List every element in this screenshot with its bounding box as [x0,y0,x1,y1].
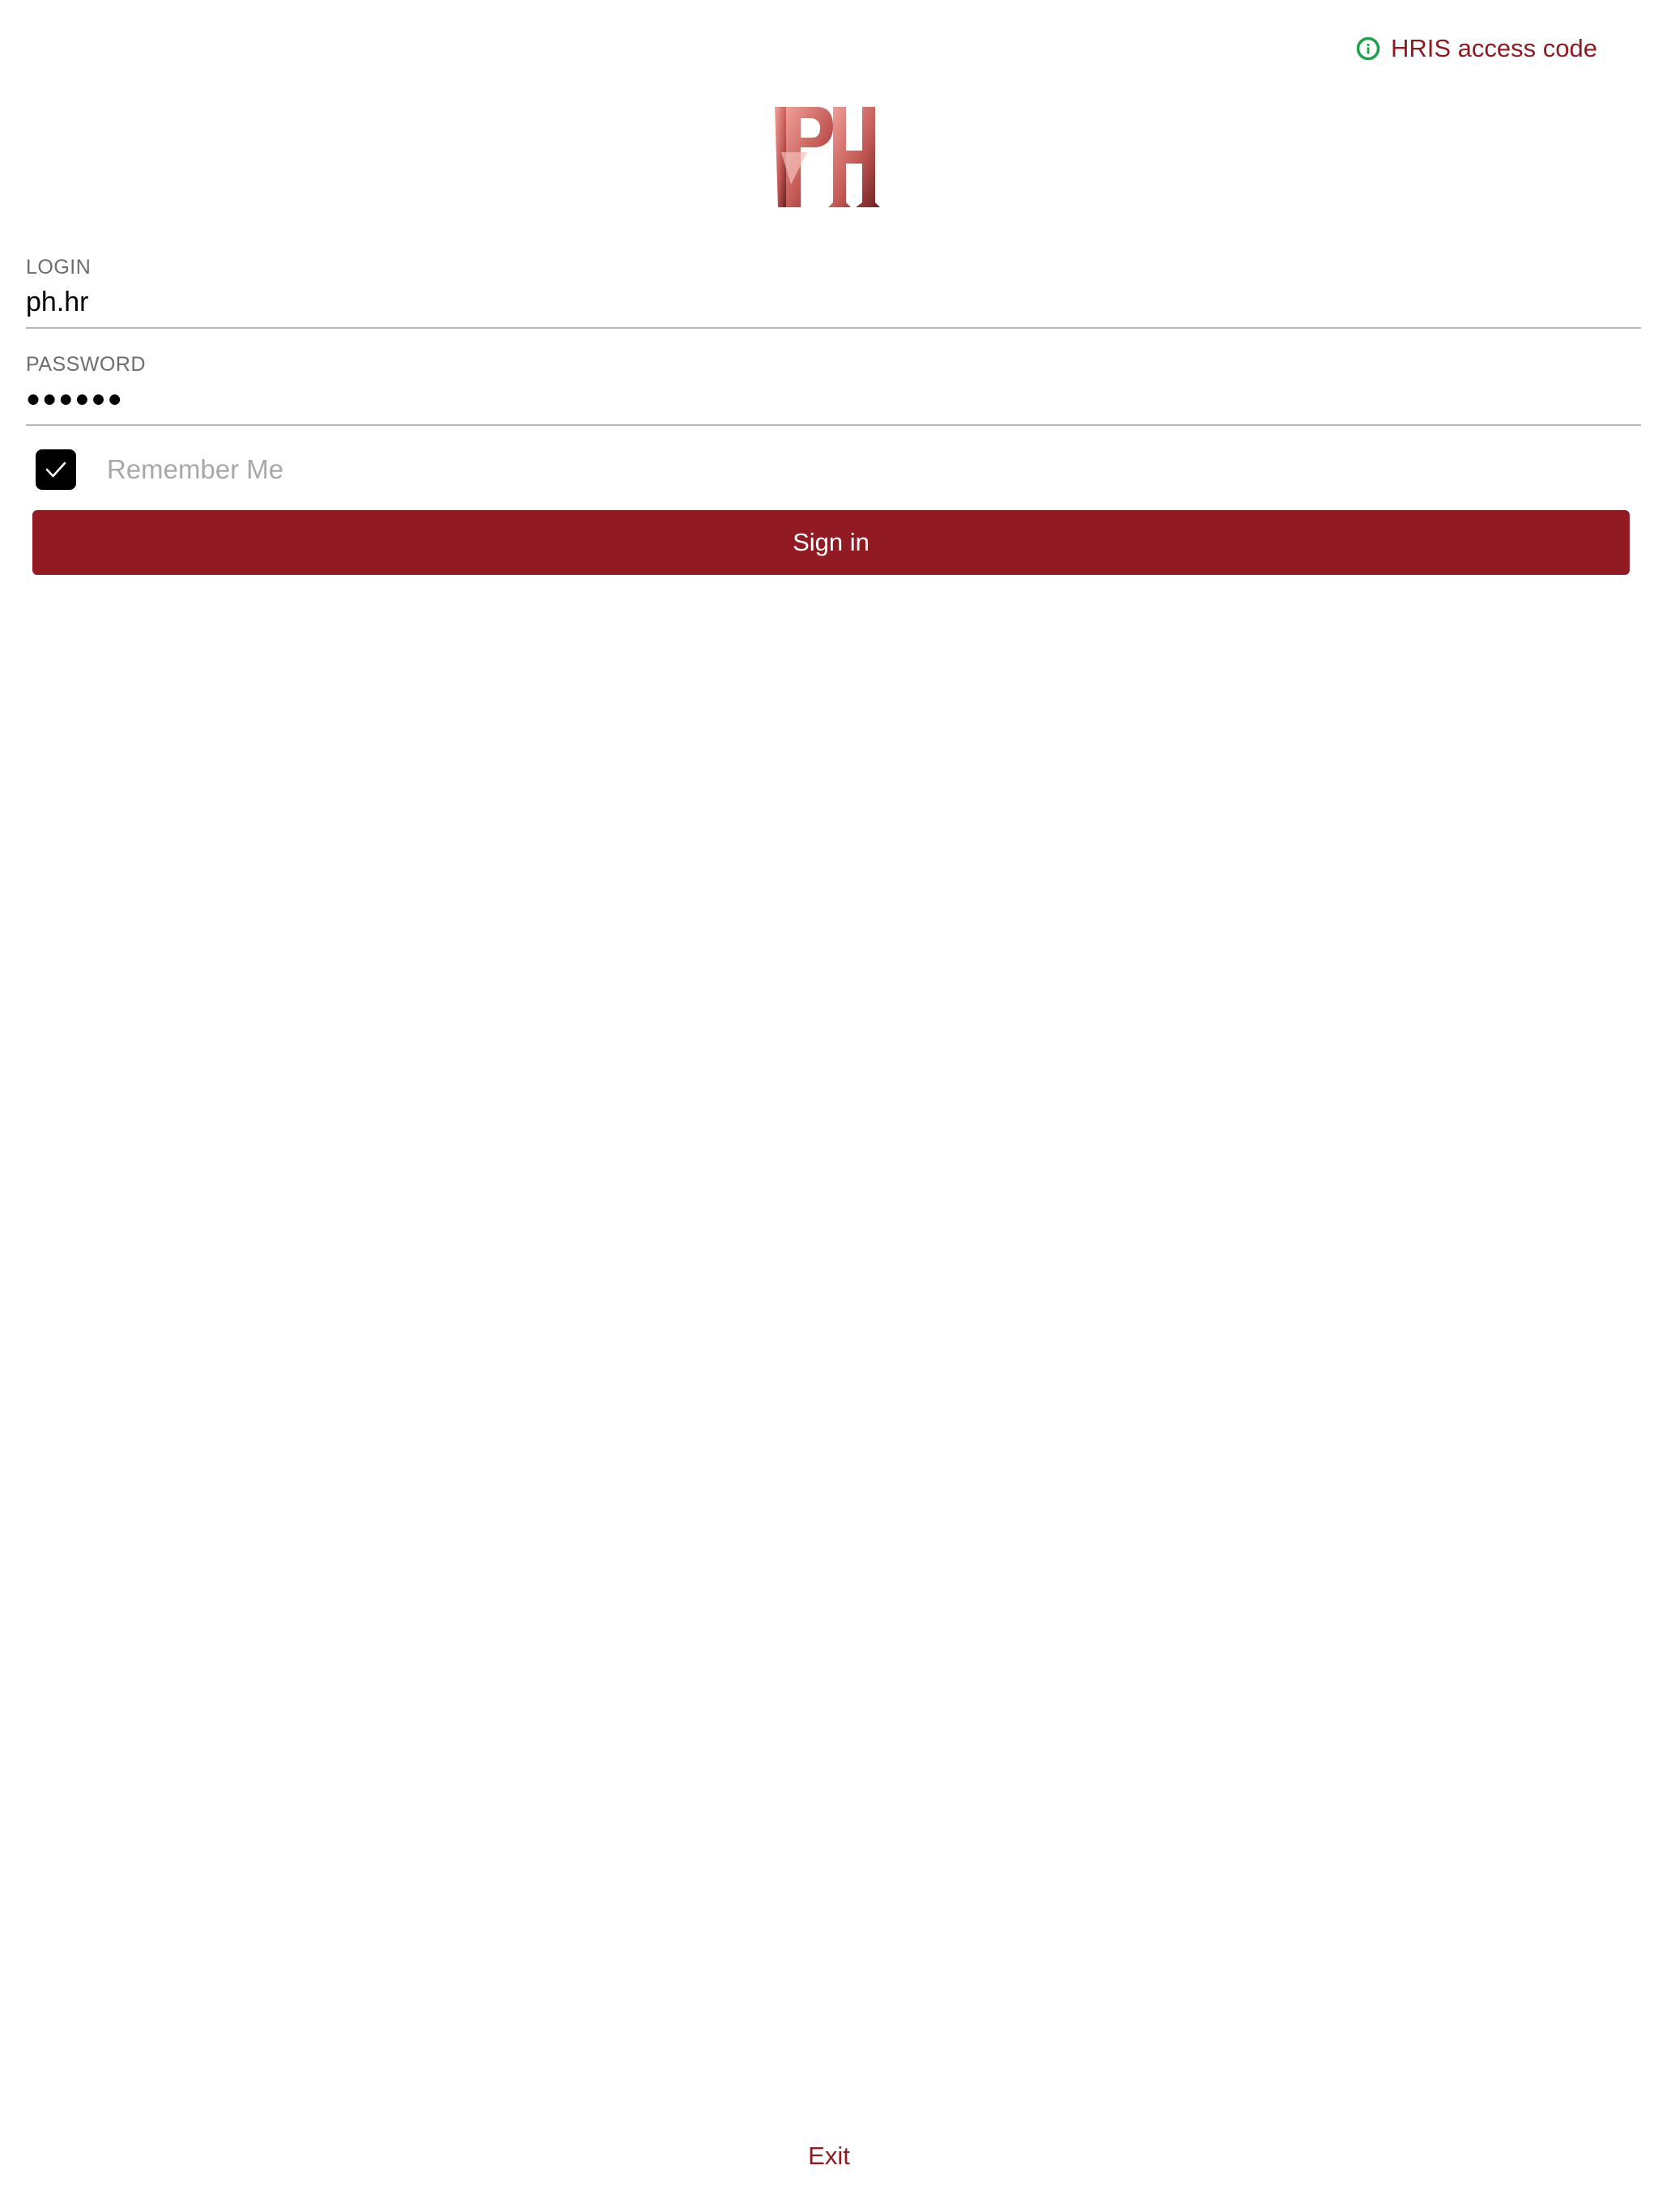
hris-access-code-link[interactable]: HRIS access code [1355,34,1597,63]
sign-in-button[interactable]: Sign in [32,510,1630,575]
login-input[interactable]: ph.hr [26,284,1641,320]
login-label: LOGIN [26,256,91,279]
login-field[interactable]: LOGIN ph.hr [26,256,1641,329]
remember-me-row[interactable]: Remember Me [36,449,283,490]
password-field[interactable]: PASSWORD ●●●●●● [26,353,1641,426]
exit-button[interactable]: Exit [0,2142,1658,2171]
password-label: PASSWORD [26,353,146,376]
password-input[interactable]: ●●●●●● [26,381,1641,417]
remember-me-label: Remember Me [107,454,284,484]
checkmark-icon [45,462,66,478]
ph-logo [775,107,880,207]
remember-me-checkbox[interactable] [36,449,76,490]
info-circle-icon [1356,36,1380,61]
hris-access-code-label: HRIS access code [1391,34,1597,62]
